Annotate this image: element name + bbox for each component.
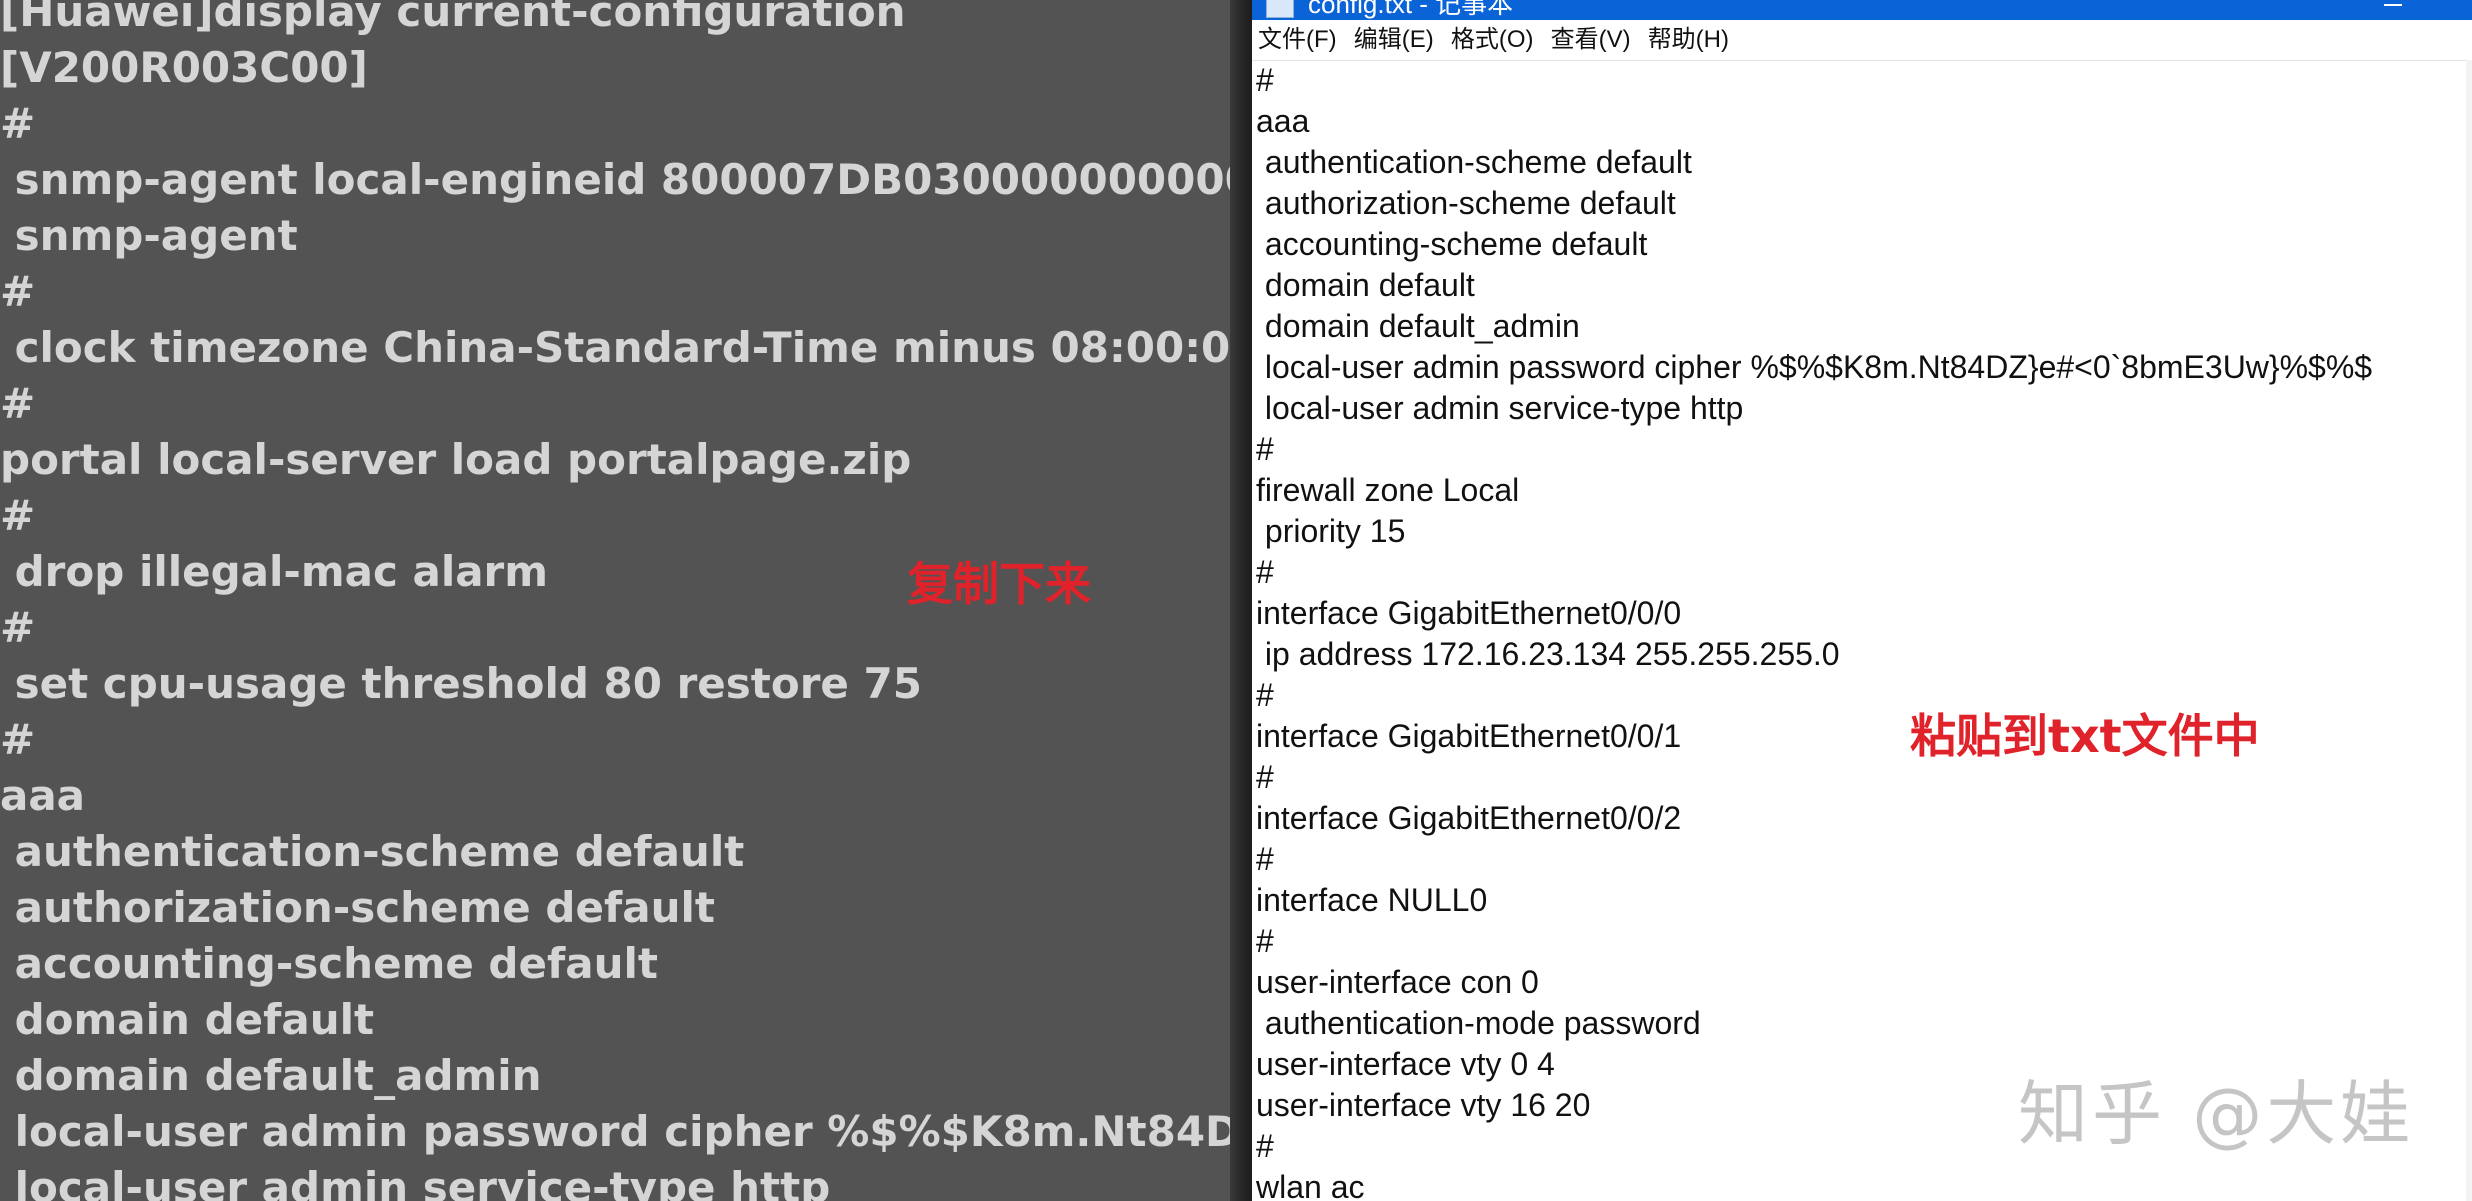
terminal-line: accounting-scheme default [0, 939, 658, 988]
notepad-line: local-user admin password cipher %$%$K8m… [1256, 349, 2373, 385]
notepad-line: ip address 172.16.23.134 255.255.255.0 [1256, 636, 1840, 672]
notepad-titlebar[interactable]: config.txt - 记事本 [1252, 0, 2472, 20]
annotation-paste: 粘贴到txt文件中 [1910, 709, 2260, 763]
notepad-line: priority 15 [1256, 513, 1406, 549]
terminal-line: # [0, 99, 36, 148]
notepad-line: firewall zone Local [1256, 472, 1520, 508]
annotation-copy: 复制下来 [907, 557, 1091, 611]
notepad-window: config.txt - 记事本 文件(F) 编辑(E) 格式(O) 查看(V)… [1252, 0, 2472, 1201]
notepad-line: domain default_admin [1256, 308, 1580, 344]
notepad-scrollbar[interactable] [2466, 60, 2472, 1201]
menu-file[interactable]: 文件(F) [1258, 20, 1337, 60]
notepad-line: # [1256, 62, 1274, 98]
terminal-line: aaa [0, 771, 86, 820]
terminal-line: local-user admin password cipher %$%$K8m… [14, 1107, 1230, 1156]
minimize-button[interactable] [2362, 0, 2422, 20]
terminal-line: authorization-scheme default [0, 883, 715, 932]
notepad-line: # [1256, 841, 1274, 877]
menu-format[interactable]: 格式(O) [1451, 20, 1534, 60]
notepad-line: wlan ac [1256, 1169, 1365, 1201]
terminal-line: snmp-agent local-engineid 800007DB030000… [0, 155, 1230, 204]
window-divider [1230, 0, 1252, 1201]
terminal-line: clock timezone China-Standard-Time minus… [0, 323, 1230, 372]
notepad-line: # [1256, 431, 1274, 467]
notepad-menubar: 文件(F) 编辑(E) 格式(O) 查看(V) 帮助(H) [1252, 20, 2472, 61]
notepad-line: authentication-scheme default [1256, 144, 1692, 180]
zhihu-watermark: 知乎 @大娃 [2018, 1073, 2415, 1155]
menu-edit[interactable]: 编辑(E) [1354, 20, 1434, 60]
notepad-line: domain default [1256, 267, 1475, 303]
terminal-line: domain default_admin [0, 1051, 542, 1100]
terminal-line: # [0, 491, 36, 540]
notepad-line: local-user admin service-type http [1256, 390, 1744, 426]
notepad-line: interface NULL0 [1256, 882, 1488, 918]
terminal-line: [Huawei]display current-configuration [0, 0, 906, 36]
notepad-text-area[interactable]: # aaa authentication-scheme default autho… [1256, 60, 2372, 1201]
terminal-line: portal local-server load portalpage.zip [0, 435, 912, 484]
notepad-line: # [1256, 554, 1274, 590]
terminal-line: local-user admin service-type http [0, 1163, 831, 1201]
terminal-line: # [0, 715, 36, 764]
terminal-line: snmp-agent [0, 211, 298, 260]
terminal-line: domain default [0, 995, 375, 1044]
terminal-line: [V200R003C00] [0, 43, 368, 92]
terminal-line: set cpu-usage threshold 80 restore 75 [0, 659, 922, 708]
terminal-line: # [0, 267, 36, 316]
notepad-line: accounting-scheme default [1256, 226, 1648, 262]
notepad-line: interface GigabitEthernet0/0/0 [1256, 595, 1682, 631]
menu-view[interactable]: 查看(V) [1551, 20, 1631, 60]
notepad-line: interface GigabitEthernet0/0/2 [1256, 800, 1682, 836]
terminal-line: authentication-scheme default [0, 827, 745, 876]
menu-help[interactable]: 帮助(H) [1648, 20, 1729, 60]
notepad-line: authorization-scheme default [1256, 185, 1676, 221]
terminal-line: # [0, 379, 36, 428]
notepad-app-icon [1266, 0, 1294, 18]
notepad-line: aaa [1256, 103, 1310, 139]
notepad-line: user-interface con 0 [1256, 964, 1539, 1000]
notepad-title: config.txt - 记事本 [1308, 0, 1514, 19]
notepad-line: authentication-mode password [1256, 1005, 1701, 1041]
notepad-line: # [1256, 923, 1274, 959]
